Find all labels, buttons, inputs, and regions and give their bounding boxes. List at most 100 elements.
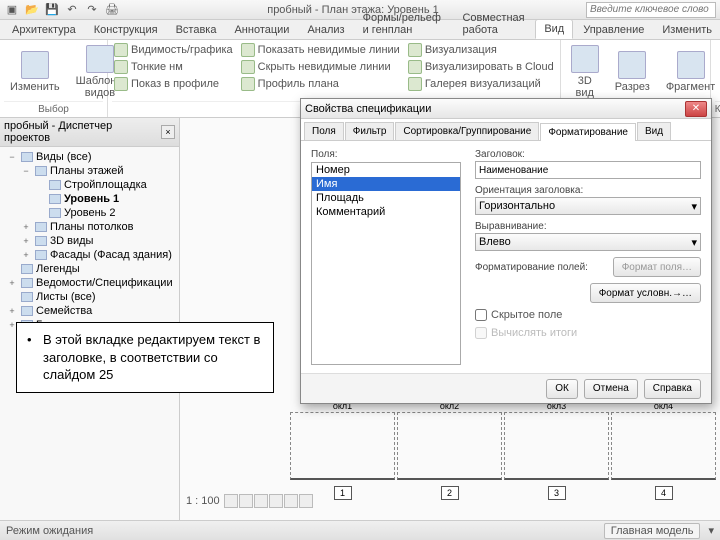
- room-tag: 3: [548, 486, 566, 500]
- print-icon[interactable]: 🖨: [104, 2, 120, 18]
- chevron-down-icon: ▾: [691, 200, 697, 213]
- ribbon-item[interactable]: Профиль плана: [239, 76, 402, 92]
- ribbon-tab-3[interactable]: Аннотации: [226, 21, 297, 39]
- expand-icon[interactable]: [34, 208, 46, 218]
- browser-close-icon[interactable]: ×: [161, 125, 175, 139]
- node-icon: [35, 236, 47, 246]
- node-icon: [21, 278, 33, 288]
- visual-style-icon[interactable]: [239, 494, 253, 508]
- orientation-select[interactable]: Горизонтально▾: [475, 197, 701, 215]
- field-list-item[interactable]: Комментарий: [312, 205, 460, 219]
- field-format-button[interactable]: Формат поля…: [613, 257, 701, 277]
- fields-label: Поля:: [311, 149, 461, 160]
- ribbon-tab-9[interactable]: Изменить: [654, 21, 720, 39]
- expand-icon[interactable]: −: [20, 166, 32, 176]
- hidden-field-checkbox[interactable]: Скрытое поле: [475, 309, 701, 321]
- expand-icon[interactable]: +: [6, 278, 18, 288]
- tree-item[interactable]: Листы (все): [2, 290, 177, 304]
- command-icon: [408, 60, 422, 74]
- ribbon-item[interactable]: Визуализация: [406, 42, 556, 58]
- tree-item[interactable]: Стройплощадка: [2, 178, 177, 192]
- alignment-select[interactable]: Влево▾: [475, 233, 701, 251]
- shadows-icon[interactable]: [269, 494, 283, 508]
- ribbon-create-button[interactable]: Разрез: [609, 42, 656, 101]
- node-icon: [35, 222, 47, 232]
- redo-icon[interactable]: ↷: [84, 2, 100, 18]
- search-input[interactable]: [586, 2, 716, 18]
- save-icon[interactable]: 💾: [44, 2, 60, 18]
- help-button[interactable]: Справка: [644, 379, 701, 399]
- heading-input[interactable]: [475, 161, 701, 179]
- tree-item[interactable]: +3D виды: [2, 234, 177, 248]
- expand-icon[interactable]: +: [6, 306, 18, 316]
- ribbon-tab-1[interactable]: Конструкция: [86, 21, 166, 39]
- room-cell: окл33: [504, 412, 609, 480]
- ribbon-item[interactable]: Показ в профиле: [112, 76, 235, 92]
- command-icon: [408, 43, 422, 57]
- cancel-button[interactable]: Отмена: [584, 379, 638, 399]
- open-icon[interactable]: 📂: [24, 2, 40, 18]
- ribbon-item[interactable]: Тонкие нм: [112, 59, 235, 75]
- ribbon-tab-7[interactable]: Вид: [535, 19, 573, 39]
- ribbon-tab-6[interactable]: Совместная работа: [454, 9, 533, 39]
- dialog-tab[interactable]: Поля: [304, 122, 344, 140]
- expand-icon[interactable]: [6, 292, 18, 302]
- ribbon-item[interactable]: Видимость/графика: [112, 42, 235, 58]
- expand-icon[interactable]: [34, 194, 46, 204]
- status-bar: Режим ожидания Главная модель ▾: [0, 520, 720, 540]
- field-list-item[interactable]: Номер: [312, 163, 460, 177]
- field-list-item[interactable]: Имя: [312, 177, 460, 191]
- dialog-tab[interactable]: Фильтр: [345, 122, 395, 140]
- node-icon: [35, 166, 47, 176]
- ribbon-tab-0[interactable]: Архитектура: [4, 21, 84, 39]
- node-icon: [21, 292, 33, 302]
- dialog-tab[interactable]: Сортировка/Группирование: [395, 122, 539, 140]
- ribbon-tab-8[interactable]: Управление: [575, 21, 652, 39]
- tree-item[interactable]: −Виды (все): [2, 150, 177, 164]
- group-label-compose: Композиц: [715, 101, 720, 115]
- ok-button[interactable]: ОК: [546, 379, 578, 399]
- main-model-button[interactable]: Главная модель: [604, 523, 701, 539]
- ribbon-item[interactable]: Показать невидимые линии: [239, 42, 402, 58]
- field-list-item[interactable]: Площадь: [312, 191, 460, 205]
- expand-icon[interactable]: +: [20, 250, 32, 260]
- crop-icon[interactable]: [284, 494, 298, 508]
- ribbon-item[interactable]: Визуализировать в Cloud: [406, 59, 556, 75]
- ribbon-tab-4[interactable]: Анализ: [299, 21, 352, 39]
- sun-path-icon[interactable]: [254, 494, 268, 508]
- conditional-format-button[interactable]: Формат условн.→…: [590, 283, 701, 303]
- ribbon-item[interactable]: Скрыть невидимые линии: [239, 59, 402, 75]
- scale-readout[interactable]: 1 : 100: [186, 495, 220, 507]
- expand-icon[interactable]: +: [20, 236, 32, 246]
- tree-item[interactable]: Уровень 2: [2, 206, 177, 220]
- tree-item[interactable]: +Фасады (Фасад здания): [2, 248, 177, 262]
- node-icon: [49, 180, 61, 190]
- tree-item[interactable]: +Планы потолков: [2, 220, 177, 234]
- close-icon[interactable]: ✕: [685, 101, 707, 117]
- ribbon-tab-5[interactable]: Формы/рельеф и генплан: [355, 9, 453, 39]
- filter-icon[interactable]: ▾: [708, 524, 714, 537]
- expand-icon[interactable]: +: [20, 222, 32, 232]
- field-format-label: Форматирование полей:: [475, 262, 605, 273]
- view-control-bar: 1 : 100: [186, 494, 313, 508]
- dialog-tab[interactable]: Форматирование: [540, 123, 636, 141]
- expand-icon[interactable]: [6, 264, 18, 274]
- fields-listbox[interactable]: НомерИмяПлощадьКомментарий: [311, 162, 461, 365]
- dialog-tab[interactable]: Вид: [637, 122, 671, 140]
- modify-button[interactable]: Изменить: [4, 42, 66, 101]
- tree-item[interactable]: Уровень 1: [2, 192, 177, 206]
- ribbon-tab-2[interactable]: Вставка: [168, 21, 225, 39]
- ribbon-create-button[interactable]: 3D вид: [565, 42, 605, 101]
- expand-icon[interactable]: [34, 180, 46, 190]
- calculate-totals-checkbox[interactable]: Вычислять итоги: [475, 327, 701, 339]
- expand-icon[interactable]: −: [6, 152, 18, 162]
- hide-isolate-icon[interactable]: [299, 494, 313, 508]
- undo-icon[interactable]: ↶: [64, 2, 80, 18]
- dialog-title-text: Свойства спецификации: [305, 103, 685, 115]
- tree-item[interactable]: Легенды: [2, 262, 177, 276]
- tree-item[interactable]: −Планы этажей: [2, 164, 177, 178]
- detail-level-icon[interactable]: [224, 494, 238, 508]
- ribbon-item[interactable]: Галерея визуализаций: [406, 76, 556, 92]
- tree-item[interactable]: +Ведомости/Спецификации: [2, 276, 177, 290]
- tree-item[interactable]: +Семейства: [2, 304, 177, 318]
